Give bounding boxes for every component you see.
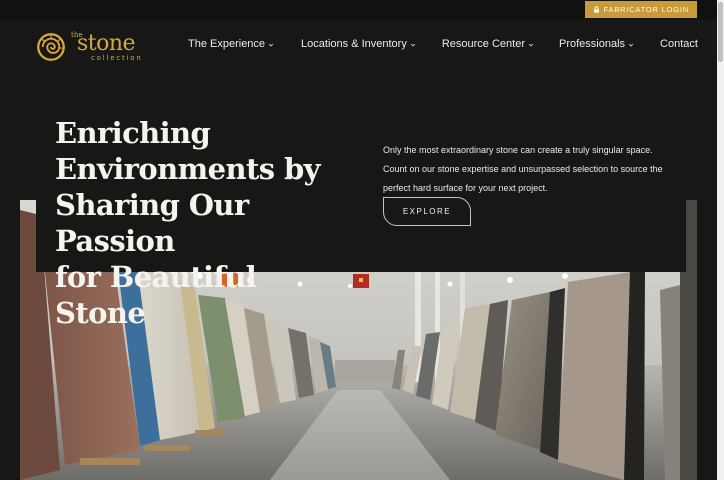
lock-icon [593, 6, 599, 13]
explore-button[interactable]: EXPLORE [383, 197, 471, 226]
hero-title-line: Enriching [55, 116, 211, 150]
main-nav: The Experience Locations & Inventory Res… [188, 38, 698, 50]
brand-wordmark: the stone collection [69, 31, 145, 63]
site-header: the stone collection The Experience Loca… [0, 20, 724, 72]
brand-word-stone: stone [77, 31, 136, 56]
utility-bar: FABRICATOR LOGIN [0, 0, 724, 20]
brand-logo[interactable]: the stone collection [36, 29, 146, 65]
hero-title-line: for Beautiful Stone [55, 260, 257, 330]
nav-item-label: The Experience [188, 38, 266, 50]
chevron-down-icon [268, 43, 274, 47]
brand-word-collection: collection [91, 54, 143, 62]
fabricator-login-button[interactable]: FABRICATOR LOGIN [584, 1, 697, 18]
page: FABRICATOR LOGIN the stone collection Th… [0, 0, 724, 480]
nav-item-label: Resource Center [441, 38, 525, 50]
nav-item-professionals[interactable]: Professionals [559, 38, 634, 50]
chevron-down-icon [528, 43, 534, 47]
nav-item-contact[interactable]: Contact [660, 38, 698, 50]
nav-item-label: Locations & Inventory [301, 38, 407, 50]
chevron-down-icon [410, 43, 415, 47]
nav-item-resource-center[interactable]: Resource Center [442, 38, 534, 50]
page-scrollbar[interactable] [717, 0, 724, 480]
fabricator-login-label: FABRICATOR LOGIN [603, 5, 689, 14]
nav-item-label: Professionals [559, 38, 626, 50]
scrollbar-thumb[interactable] [718, 2, 723, 62]
hero-title-line: Sharing Our Passion [55, 188, 249, 258]
ammonite-logo-icon [37, 33, 65, 61]
nav-item-label: Contact [660, 38, 698, 50]
hero-title-line: Environments by [55, 152, 321, 186]
hero-description: Only the most extraordinary stone can cr… [383, 145, 663, 193]
nav-item-locations-inventory[interactable]: Locations & Inventory [301, 38, 416, 50]
nav-item-the-experience[interactable]: The Experience [188, 38, 274, 50]
hero-title: Enriching Environments by Sharing Our Pa… [55, 115, 355, 331]
chevron-down-icon [628, 43, 634, 47]
